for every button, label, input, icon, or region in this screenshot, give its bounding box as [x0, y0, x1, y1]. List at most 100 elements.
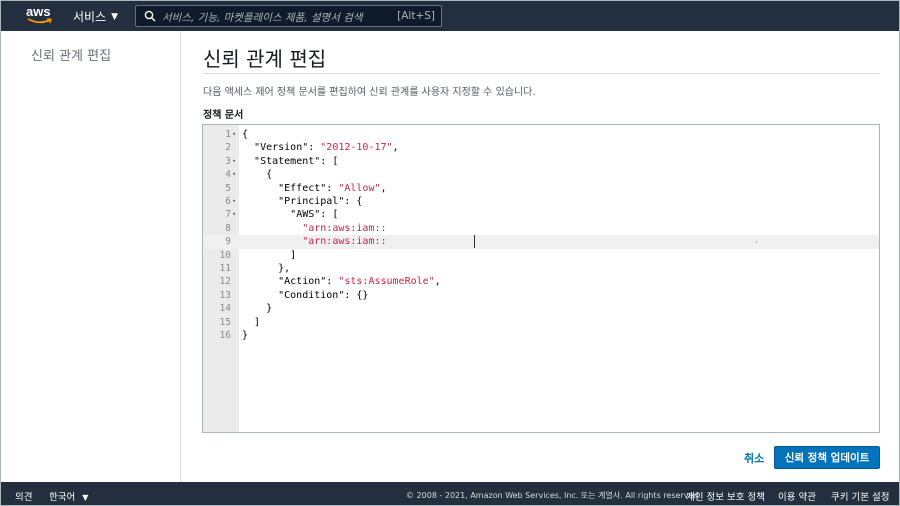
feedback-link[interactable]: 의견	[15, 489, 32, 503]
line-number: 13	[219, 289, 231, 301]
code-text: "Principal": {	[242, 195, 362, 208]
language-selector[interactable]: 한국어 ▼	[49, 489, 88, 503]
code-line[interactable]: 3 ▾ "Statement": [	[203, 155, 879, 168]
code-token: ]	[290, 249, 297, 261]
app-window: aws 서비스 ▼ 서비스, 기능, 마켓플레이스 제품, 설명서 검색 [Al…	[0, 0, 900, 506]
code-token: }	[266, 303, 273, 315]
code-text: {	[242, 168, 272, 181]
code-line[interactable]: 1 ▾ {	[203, 128, 879, 141]
line-number: 7	[225, 209, 231, 221]
line-number: 14	[219, 303, 231, 315]
code-line[interactable]: 14 }	[203, 302, 879, 315]
title-divider	[203, 73, 880, 74]
code-line[interactable]: 10 ]	[203, 249, 879, 262]
code-line[interactable]: 16}	[203, 329, 879, 342]
print-margin-marker	[756, 241, 757, 244]
code-text: "arn:aws:iam::	[242, 222, 387, 235]
code-line[interactable]: 7 ▾ "AWS": [	[203, 208, 879, 221]
code-string: "Allow"	[338, 182, 381, 194]
code-token: {	[266, 169, 273, 181]
code-token: ,	[392, 142, 399, 154]
language-label: 한국어	[49, 492, 76, 503]
code-text: },	[242, 262, 290, 275]
fold-arrow-icon[interactable]: ▾	[232, 168, 236, 181]
cookie-preferences-link[interactable]: 쿠키 기본 설정	[831, 489, 889, 503]
code-line[interactable]: 2 "Version": "2012-10-17",	[203, 141, 879, 154]
line-number: 10	[219, 249, 231, 261]
policy-document-label: 정책 문서	[203, 110, 244, 121]
code-string: "sts:AssumeRole"	[338, 276, 435, 288]
code-string: "arn:aws:iam::	[302, 222, 387, 234]
page-description: 다음 액세스 제어 정책 문서를 편집하여 신뢰 관계를 사용자 지정할 수 있…	[203, 87, 536, 98]
caret-down-icon: ▼	[82, 493, 89, 502]
search-input[interactable]: 서비스, 기능, 마켓플레이스 제품, 설명서 검색 [Alt+S]	[135, 5, 442, 27]
code-line[interactable]: 15 ]	[203, 316, 879, 329]
fold-arrow-icon[interactable]: ▾	[232, 128, 236, 141]
code-line[interactable]: 11 },	[203, 262, 879, 275]
fold-arrow-icon[interactable]: ▾	[232, 155, 236, 168]
code-token: "Statement": [	[254, 155, 339, 167]
code-line[interactable]: 9 "arn:aws:iam::	[203, 235, 879, 249]
code-line[interactable]: 4 ▾ {	[203, 168, 879, 181]
code-token: },	[278, 263, 291, 274]
code-string: "arn:aws:iam::	[302, 236, 387, 248]
line-number: 5	[225, 182, 231, 194]
line-number: 2	[225, 142, 231, 154]
code-token: "Condition": {}	[278, 289, 369, 301]
code-token: ]	[254, 316, 261, 328]
cancel-button[interactable]: 취소	[744, 450, 764, 466]
line-number: 6	[225, 196, 231, 207]
code-token: }	[242, 330, 249, 341]
search-placeholder: 서비스, 기능, 마켓플레이스 제품, 설명서 검색	[162, 12, 363, 24]
terms-link[interactable]: 이용 약관	[778, 489, 816, 503]
code-token: {	[242, 129, 249, 140]
code-text: "Version": "2012-10-17",	[242, 141, 399, 154]
code-line[interactable]: 6 ▾ "Principal": {	[203, 195, 879, 208]
aws-logo[interactable]: aws	[26, 4, 54, 26]
page-title: 신뢰 관계 편집	[203, 47, 327, 71]
code-token: "Principal": {	[278, 196, 363, 207]
services-menu-button[interactable]: 서비스 ▼	[73, 8, 118, 25]
line-number: 3	[225, 155, 231, 167]
text-cursor	[474, 235, 475, 249]
code-line[interactable]: 8 "arn:aws:iam::	[203, 222, 879, 235]
footer-bar: 의견 한국어 ▼ © 2008 - 2021, Amazon Web Servi…	[1, 482, 899, 505]
line-number: 9	[225, 236, 231, 248]
code-token: "Version":	[254, 142, 321, 154]
code-line[interactable]: 12 "Action": "sts:AssumeRole",	[203, 275, 879, 288]
fold-arrow-icon[interactable]: ▾	[232, 195, 236, 208]
code-line[interactable]: 5 "Effect": "Allow",	[203, 182, 879, 195]
line-number: 11	[219, 263, 231, 274]
services-label: 서비스	[73, 10, 107, 24]
code-text: }	[242, 302, 272, 315]
code-text: ]	[242, 316, 260, 329]
update-trust-policy-button[interactable]: 신뢰 정책 업데이트	[774, 446, 880, 469]
search-shortcut: [Alt+S]	[397, 10, 435, 22]
code-text: ]	[242, 249, 296, 262]
fold-arrow-icon[interactable]: ▾	[232, 208, 236, 221]
aws-smile-icon	[27, 18, 52, 24]
top-nav-bar: aws 서비스 ▼ 서비스, 기능, 마켓플레이스 제품, 설명서 검색 [Al…	[1, 1, 899, 31]
line-number: 16	[219, 330, 231, 341]
privacy-policy-link[interactable]: 개인 정보 보호 정책	[686, 489, 765, 503]
side-nav-title: 신뢰 관계 편집	[31, 49, 112, 64]
code-token: "Action":	[278, 276, 339, 288]
code-text: "Condition": {}	[242, 289, 368, 302]
line-number: 4	[225, 169, 231, 181]
code-line[interactable]: 13 "Condition": {}	[203, 289, 879, 302]
policy-code-editor[interactable]: 1 ▾{2 "Version": "2012-10-17", 3 ▾ "Stateme…	[202, 124, 880, 433]
code-token: ,	[380, 182, 387, 194]
